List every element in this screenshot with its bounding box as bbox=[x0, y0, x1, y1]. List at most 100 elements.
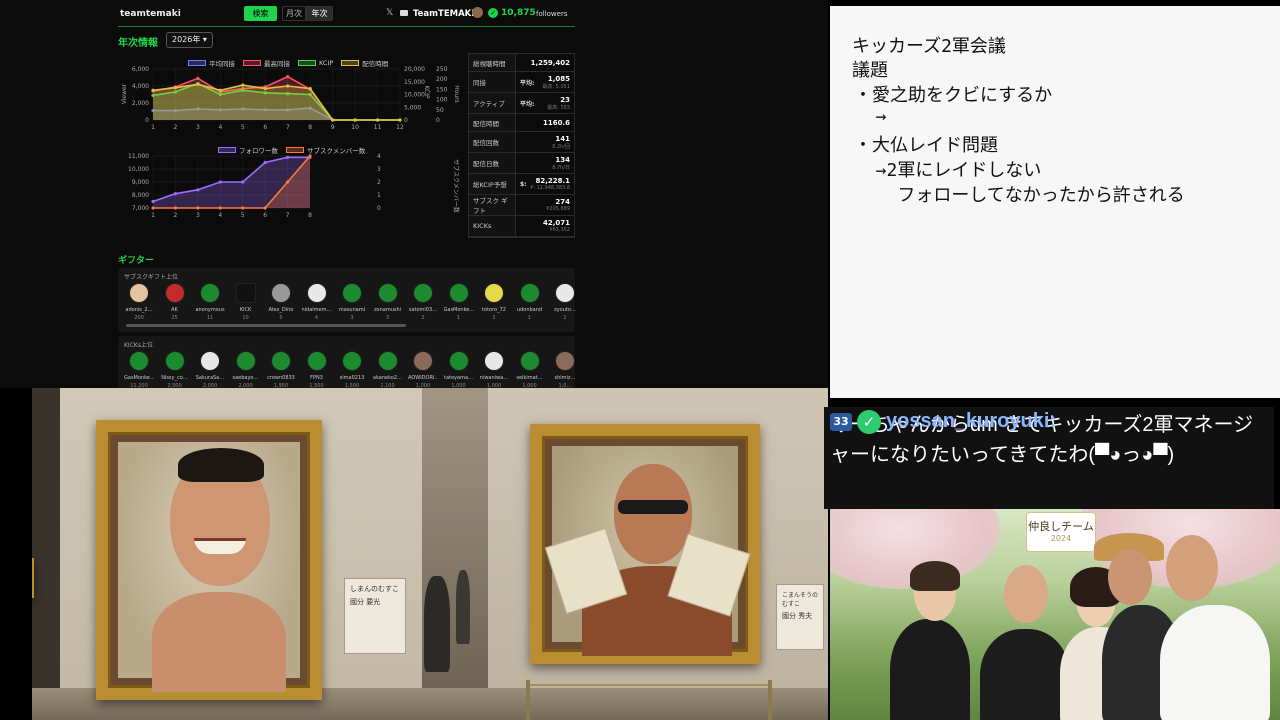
year-select[interactable]: 2026年 ▾ bbox=[166, 32, 213, 48]
x-tick-label: 5 bbox=[241, 124, 245, 131]
stats-subvalue: ¥205,889 bbox=[546, 206, 570, 212]
gifter-item[interactable]: saebayo… 2,000 bbox=[232, 351, 259, 388]
gifter-item[interactable]: KICK 10 bbox=[233, 283, 259, 321]
gifter-name: totoro_72 bbox=[482, 307, 506, 313]
banner-text: 仲良しチーム bbox=[1028, 520, 1094, 533]
stats-subvalue: 最高: 5,051 bbox=[542, 83, 570, 90]
portrait-frame-left bbox=[96, 420, 322, 700]
y-tick-label: 2,000 bbox=[132, 100, 149, 107]
right-tick-label: 3 bbox=[377, 166, 381, 173]
right-tick-label: 10,000 bbox=[404, 92, 425, 99]
gifter-avatar bbox=[235, 351, 256, 371]
right-tick-label: 100 bbox=[436, 97, 448, 104]
meeting-whiteboard: キッカーズ2軍会議 議題 ・愛之助をクビにするか → ・大仏レイド問題 →2軍に… bbox=[830, 6, 1280, 398]
gifter-avatar bbox=[342, 283, 362, 303]
person-head bbox=[1166, 535, 1218, 601]
right-tick-label: 0 bbox=[404, 117, 408, 124]
gifter-item[interactable]: anonymous 11 bbox=[195, 283, 225, 321]
brand-name[interactable]: teamtemaki bbox=[120, 9, 181, 19]
gifter-avatar bbox=[306, 283, 327, 303]
stats-key: 配信日数 bbox=[469, 153, 516, 173]
gifter-avatar bbox=[164, 283, 185, 303]
toggle-yearly[interactable]: 年次 bbox=[306, 6, 333, 21]
gifter-item[interactable]: zyouto… 1 bbox=[552, 283, 578, 321]
data-point bbox=[285, 180, 290, 184]
gifter-item[interactable]: GasMonke… 11,200 bbox=[124, 351, 154, 388]
gifter-item[interactable]: tateyama… 1,000 bbox=[444, 351, 473, 388]
board-item: ・愛之助をクビにするか bbox=[854, 85, 1053, 106]
gifter-avatar bbox=[555, 351, 575, 371]
gifter-avatar bbox=[200, 351, 220, 371]
gifter-avatar bbox=[484, 283, 504, 303]
gifter-item[interactable]: akaneko2… 1,100 bbox=[373, 351, 402, 388]
toggle-monthly[interactable]: 月次 bbox=[282, 6, 306, 21]
scrollbar[interactable] bbox=[126, 324, 406, 327]
gifter-item[interactable]: Nissy_co… 2,500 bbox=[161, 351, 188, 388]
activity-line-chart: 02,0004,0006,0001 2 3 4 5 6 7 8 9 10 11 12Viewer05,… bbox=[121, 66, 460, 131]
search-button[interactable]: 検索 bbox=[244, 6, 277, 21]
data-point bbox=[398, 118, 402, 122]
gifter-item[interactable]: crown0833 1,950 bbox=[267, 351, 295, 388]
stats-value-cell: 平均: 1,085 最高: 5,051 bbox=[516, 72, 574, 92]
gifter-item[interactable]: nidaimem… 4 bbox=[302, 283, 332, 321]
person-head bbox=[1004, 565, 1048, 623]
board-item: → bbox=[854, 106, 887, 127]
right-tick-label: 5,000 bbox=[404, 104, 421, 111]
group-photo: 仲良しチーム 2024 bbox=[830, 509, 1280, 720]
gifter-item[interactable]: GasMonke… 1 bbox=[444, 283, 474, 321]
stats-value: 82,228.1 bbox=[535, 177, 570, 185]
gifter-item[interactable]: seikimat… 1,000 bbox=[516, 351, 543, 388]
stats-value-group: 1,085 最高: 5,051 bbox=[542, 75, 570, 90]
youtube-icon[interactable] bbox=[400, 10, 408, 16]
board-item: →2軍にレイドしない bbox=[854, 160, 1042, 181]
gifter-item[interactable]: niwaniwa… 1,000 bbox=[480, 351, 508, 388]
gifter-item[interactable]: sima0213 1,500 bbox=[339, 351, 365, 388]
gifter-name: zonamushi bbox=[373, 307, 402, 313]
right-tick-label: 0 bbox=[436, 117, 440, 124]
gifter-avatar bbox=[200, 283, 220, 303]
gifter-item[interactable]: totoro_72 1 bbox=[481, 283, 507, 321]
x-tick-label: 3 bbox=[196, 124, 200, 131]
gifter-avatar bbox=[129, 351, 149, 371]
stats-value: 23 bbox=[560, 95, 570, 104]
gifter-count: 4 bbox=[314, 315, 319, 321]
gifter-item[interactable]: adonis_2… 200 bbox=[125, 283, 153, 321]
gifter-name: sima0213 bbox=[339, 375, 365, 381]
stats-value-cell: 平均: 23 最高: 583 bbox=[516, 93, 574, 113]
gifter-item[interactable]: Alex_Dino 5 bbox=[268, 283, 294, 321]
gifter-item[interactable]: masunami 3 bbox=[339, 283, 365, 321]
board-title: キッカーズ2軍会議 bbox=[852, 36, 1006, 57]
x-tick-label: 10 bbox=[351, 124, 359, 131]
x-icon[interactable]: 𝕏 bbox=[386, 8, 393, 18]
data-point bbox=[286, 84, 290, 88]
chat-username[interactable]: yossan_kuroyuki: bbox=[886, 410, 1056, 433]
x-tick-label: 11 bbox=[374, 124, 382, 131]
stats-value-cell: 1,259,402 bbox=[516, 54, 574, 71]
gifter-count: 200 bbox=[134, 315, 144, 321]
board-item: ・大仏レイド問題 bbox=[854, 135, 998, 156]
right-tick-label: 250 bbox=[436, 66, 448, 73]
gifter-item[interactable]: AOWIDORI… 1,000 bbox=[408, 351, 438, 388]
plaque-right: こまんそうのむすこ 國分 秀夫 bbox=[776, 584, 824, 650]
x-tick-label: 7 bbox=[286, 124, 290, 131]
gifter-count: 1 bbox=[563, 315, 567, 321]
channel-name[interactable]: TeamTEMAKI bbox=[413, 9, 474, 19]
person bbox=[890, 619, 970, 720]
banner-year: 2024 bbox=[1050, 534, 1072, 543]
gifter-item[interactable]: SakuraSa… 2,000 bbox=[196, 351, 224, 388]
gifter-name: seikimat… bbox=[516, 375, 543, 381]
gifter-item[interactable]: satomi03… 2 bbox=[409, 283, 437, 321]
gifter-name: AOWIDORI… bbox=[408, 375, 438, 381]
gifter-avatar bbox=[413, 351, 433, 371]
data-point bbox=[173, 86, 178, 90]
gifter-item[interactable]: zonamushi 3 bbox=[373, 283, 402, 321]
gifter-avatar bbox=[342, 351, 362, 371]
gifter-count: 2 bbox=[421, 315, 425, 321]
gifter-item[interactable]: shimiz… 1,0… bbox=[552, 351, 578, 388]
plaque-name: 國分 要光 bbox=[350, 598, 381, 606]
stats-value: 1,259,402 bbox=[530, 58, 570, 67]
gifter-item[interactable]: udonband 1 bbox=[517, 283, 543, 321]
gifter-item[interactable]: AK 25 bbox=[162, 283, 188, 321]
gifter-item[interactable]: FPN3 1,500 bbox=[304, 351, 330, 388]
verified-icon: ✓ bbox=[857, 410, 881, 434]
